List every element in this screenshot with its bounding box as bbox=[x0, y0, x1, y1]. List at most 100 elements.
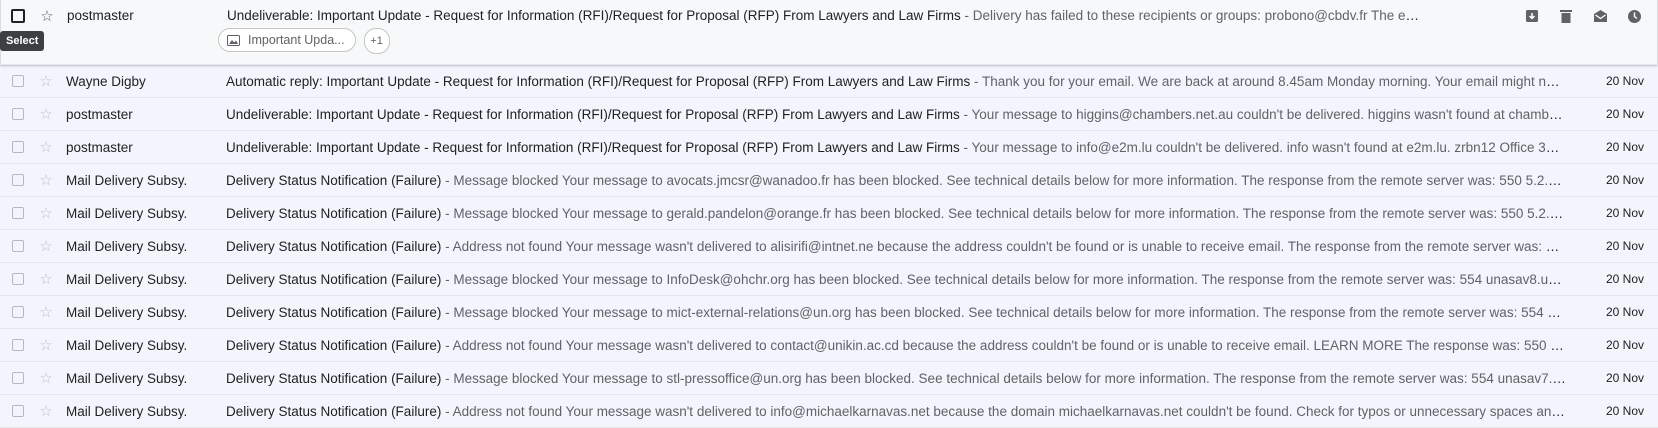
email-subject: Undeliverable: Important Update - Reques… bbox=[227, 8, 961, 23]
email-row[interactable]: ☆ Wayne Digby Automatic reply: Important U… bbox=[0, 65, 1658, 98]
checkbox-icon[interactable] bbox=[12, 108, 24, 120]
email-snippet: - Message blocked Your message to stl-pr… bbox=[441, 370, 1574, 386]
star-icon[interactable]: ☆ bbox=[38, 171, 54, 189]
email-date: 20 Nov bbox=[1605, 140, 1644, 154]
checkbox-icon[interactable] bbox=[12, 240, 24, 252]
email-subject: Delivery Status Notification (Failure) bbox=[226, 337, 442, 353]
email-content[interactable]: Undeliverable: Important Update - Reques… bbox=[226, 140, 1574, 155]
star-icon[interactable]: ☆ bbox=[38, 204, 54, 222]
row-actions bbox=[1522, 6, 1644, 26]
email-content[interactable]: Delivery Status Notification (Failure) -… bbox=[226, 272, 1574, 287]
email-content[interactable]: Undeliverable: Important Update - Reques… bbox=[226, 107, 1574, 122]
email-content[interactable]: Delivery Status Notification (Failure) -… bbox=[226, 239, 1574, 254]
sender-name: postmaster bbox=[66, 139, 133, 155]
star-icon[interactable]: ☆ bbox=[38, 303, 54, 321]
email-content[interactable]: Delivery Status Notification (Failure) -… bbox=[226, 206, 1574, 221]
email-snippet: - Message blocked Your message to avocat… bbox=[445, 172, 1574, 188]
email-row[interactable]: ☆ Mail Delivery Subsy. Delivery Status Not… bbox=[0, 263, 1658, 296]
email-content[interactable]: Delivery Status Notification (Failure) -… bbox=[226, 338, 1574, 353]
email-row[interactable]: ☆ Mail Delivery Subsy. Delivery Status Not… bbox=[0, 230, 1658, 263]
sender-name: Mail Delivery Subsy. bbox=[66, 370, 188, 386]
checkbox-icon[interactable] bbox=[12, 141, 24, 153]
sender-name: Mail Delivery Subsy. bbox=[66, 172, 188, 188]
checkbox-icon[interactable] bbox=[12, 372, 24, 384]
star-icon[interactable]: ☆ bbox=[38, 369, 54, 387]
email-subject: Delivery Status Notification (Failure) bbox=[226, 205, 442, 221]
more-attachments-chip[interactable]: +1 bbox=[363, 28, 390, 54]
email-snippet: - Message blocked Your message to mict-e… bbox=[441, 304, 1574, 320]
star-icon[interactable]: ☆ bbox=[38, 105, 54, 123]
star-icon[interactable]: ☆ bbox=[39, 7, 55, 25]
email-snippet: - Thank you for your email. We are back … bbox=[974, 73, 1574, 89]
sender-name: Mail Delivery Subsy. bbox=[66, 304, 188, 320]
sender-name: postmaster bbox=[66, 106, 133, 122]
email-content[interactable]: Delivery Status Notification (Failure) -… bbox=[226, 305, 1574, 320]
sender-name: Wayne Digby bbox=[66, 73, 146, 89]
email-date: 20 Nov bbox=[1605, 206, 1644, 220]
email-content[interactable]: Undeliverable: Important Update - Reques… bbox=[227, 8, 1435, 23]
email-snippet: - Address not found Your message wasn't … bbox=[441, 238, 1574, 254]
sender-name: Mail Delivery Subsy. bbox=[66, 205, 188, 221]
email-row[interactable]: ☆ Mail Delivery Subsy. Delivery Status Not… bbox=[0, 362, 1658, 395]
email-row[interactable]: ☆ Mail Delivery Subsy. Delivery Status Not… bbox=[0, 197, 1658, 230]
email-date: 20 Nov bbox=[1605, 272, 1644, 286]
sender-name: postmaster bbox=[67, 8, 134, 23]
email-subject: Delivery Status Notification (Failure) bbox=[226, 403, 442, 419]
email-row[interactable]: ☆ Mail Delivery Subsy. Delivery Status Not… bbox=[0, 296, 1658, 329]
checkbox-icon[interactable] bbox=[12, 75, 24, 87]
sender-name: Mail Delivery Subsy. bbox=[66, 238, 188, 254]
image-attachment-icon bbox=[227, 34, 240, 46]
email-subject: Automatic reply: Important Update - Requ… bbox=[226, 73, 971, 89]
email-list: ☆ postmaster Undeliverable: Important Up… bbox=[0, 0, 1658, 428]
checkbox-icon[interactable] bbox=[12, 339, 24, 351]
attachment-chip[interactable]: Important Upda... bbox=[218, 28, 356, 52]
email-snippet: - Delivery has failed to these recipient… bbox=[964, 8, 1435, 23]
email-snippet: - Address not found Your message wasn't … bbox=[441, 403, 1574, 419]
email-content[interactable]: Delivery Status Notification (Failure) -… bbox=[226, 371, 1574, 386]
email-content[interactable]: Delivery Status Notification (Failure) -… bbox=[226, 173, 1574, 188]
email-snippet: - Message blocked Your message to gerald… bbox=[441, 205, 1574, 221]
email-row[interactable]: ☆ Mail Delivery Subsy. Delivery Status Not… bbox=[0, 164, 1658, 197]
email-row[interactable]: ☆ Mail Delivery Subsy. Delivery Status Not… bbox=[0, 395, 1658, 428]
checkbox-icon[interactable] bbox=[12, 405, 24, 417]
delete-icon[interactable] bbox=[1556, 6, 1576, 26]
star-icon[interactable]: ☆ bbox=[38, 270, 54, 288]
email-content[interactable]: Automatic reply: Important Update - Requ… bbox=[226, 74, 1574, 89]
checkbox-icon[interactable] bbox=[11, 9, 25, 23]
checkbox-icon[interactable] bbox=[12, 174, 24, 186]
checkbox-icon[interactable] bbox=[12, 273, 24, 285]
star-icon[interactable]: ☆ bbox=[38, 72, 54, 90]
checkbox-icon[interactable] bbox=[12, 207, 24, 219]
email-date: 20 Nov bbox=[1605, 338, 1644, 352]
email-snippet: - Your message to info@e2m.lu couldn't b… bbox=[963, 139, 1574, 155]
checkbox-icon[interactable] bbox=[12, 306, 24, 318]
archive-icon[interactable] bbox=[1522, 6, 1542, 26]
email-subject: Delivery Status Notification (Failure) bbox=[226, 238, 442, 254]
star-icon[interactable]: ☆ bbox=[38, 237, 54, 255]
snooze-icon[interactable] bbox=[1624, 6, 1644, 26]
select-tooltip: Select bbox=[0, 31, 45, 51]
sender-name: Mail Delivery Subsy. bbox=[66, 337, 188, 353]
email-row[interactable]: ☆ postmaster Undeliverable: Important Upda… bbox=[0, 98, 1658, 131]
email-row-hovered[interactable]: ☆ postmaster Undeliverable: Important Up… bbox=[0, 0, 1658, 65]
email-subject: Delivery Status Notification (Failure) bbox=[226, 370, 442, 386]
email-row[interactable]: ☆ Mail Delivery Subsy. Delivery Status Not… bbox=[0, 329, 1658, 362]
email-date: 20 Nov bbox=[1605, 239, 1644, 253]
email-date: 20 Nov bbox=[1605, 173, 1644, 187]
mark-read-icon[interactable] bbox=[1590, 6, 1610, 26]
email-date: 20 Nov bbox=[1605, 305, 1644, 319]
email-date: 20 Nov bbox=[1605, 371, 1644, 385]
email-content[interactable]: Delivery Status Notification (Failure) -… bbox=[226, 404, 1574, 419]
email-subject: Undeliverable: Important Update - Reques… bbox=[226, 139, 960, 155]
attachment-chip-label: Important Upda... bbox=[248, 33, 345, 47]
email-subject: Delivery Status Notification (Failure) bbox=[226, 172, 442, 188]
star-icon[interactable]: ☆ bbox=[38, 138, 54, 156]
sender-name: Mail Delivery Subsy. bbox=[66, 403, 188, 419]
email-subject: Undeliverable: Important Update - Reques… bbox=[226, 106, 960, 122]
star-icon[interactable]: ☆ bbox=[38, 336, 54, 354]
email-date: 20 Nov bbox=[1605, 74, 1644, 88]
email-date: 20 Nov bbox=[1605, 107, 1644, 121]
email-subject: Delivery Status Notification (Failure) bbox=[226, 304, 442, 320]
star-icon[interactable]: ☆ bbox=[38, 402, 54, 420]
email-row[interactable]: ☆ postmaster Undeliverable: Important Upda… bbox=[0, 131, 1658, 164]
